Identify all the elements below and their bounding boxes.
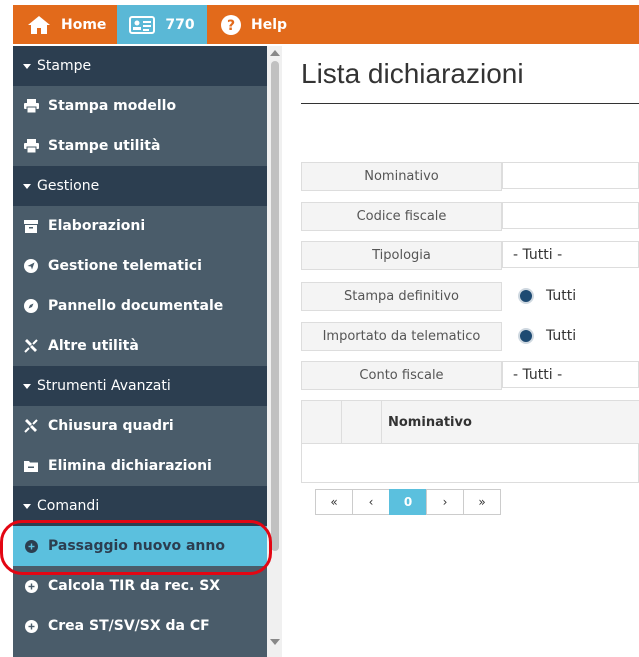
compass-icon	[23, 298, 39, 314]
folder-minus-icon	[23, 458, 39, 474]
sidebar-label: Pannello documentale	[48, 298, 224, 314]
home-label: Home	[61, 16, 107, 33]
sidebar-label: Elimina dichiarazioni	[48, 458, 212, 474]
plus-circle-icon	[23, 538, 39, 554]
printer-icon	[23, 138, 39, 154]
tipologia-select[interactable]: - Tutti -	[502, 241, 639, 268]
first-page-button[interactable]: «	[315, 489, 353, 515]
importato-radio-group: Tutti	[502, 322, 639, 349]
filter-label: Tipologia	[301, 241, 502, 270]
next-page-button[interactable]: ›	[426, 489, 464, 515]
top-navbar: Home 770 ? Help	[13, 5, 639, 44]
column-header-nominativo[interactable]: Nominativo	[388, 401, 472, 443]
model-770-label: 770	[165, 16, 195, 33]
id-card-icon	[129, 15, 156, 34]
sidebar: Stampe Stampa modello Stampe utilità Gestio…	[13, 46, 267, 657]
header-cell-select[interactable]	[302, 401, 342, 443]
nominativo-input[interactable]	[502, 162, 639, 189]
sidebar-section-header[interactable]: Strumenti Avanzati	[13, 366, 267, 406]
sidebar-label: Stampe	[37, 58, 92, 74]
caret-down-icon	[23, 63, 31, 69]
scroll-down-arrow-icon[interactable]	[270, 639, 280, 645]
sidebar-scrollbar[interactable]	[267, 46, 282, 657]
sidebar-section-header[interactable]: Stampe	[13, 46, 267, 86]
sidebar-item[interactable]: Chiusura quadri	[13, 406, 267, 446]
stampa-definitivo-radio-group: Tutti	[502, 282, 639, 309]
sidebar-label: Chiusura quadri	[48, 418, 174, 434]
home-icon	[28, 15, 50, 34]
sidebar-label: Gestione telematici	[48, 258, 202, 274]
table-header: Nominativo	[302, 401, 639, 444]
page-title: Lista dichiarazioni	[301, 58, 524, 89]
importato-radio[interactable]	[518, 327, 534, 344]
radio-label: Tutti	[546, 287, 577, 304]
prev-page-button[interactable]: ‹	[352, 489, 390, 515]
stampa-definitivo-radio[interactable]	[518, 287, 534, 304]
sidebar-section-header[interactable]: Comandi	[13, 486, 267, 526]
tools-icon	[23, 418, 39, 434]
filter-conto-fiscale: Conto fiscale - Tutti -	[301, 361, 639, 390]
header-cell-actions[interactable]	[342, 401, 382, 443]
sidebar-item[interactable]: Pannello documentale	[13, 286, 267, 326]
filter-tipologia: Tipologia - Tutti -	[301, 241, 639, 270]
current-page-button[interactable]: 0	[389, 489, 427, 515]
filter-codice-fiscale: Codice fiscale	[301, 202, 639, 231]
sidebar-item[interactable]: Stampe utilità	[13, 126, 267, 166]
sidebar-label: Passaggio nuovo anno	[48, 538, 225, 554]
filter-stampa-definitivo: Stampa definitivo Tutti	[301, 282, 639, 311]
sidebar-item[interactable]: Elaborazioni	[13, 206, 267, 246]
sidebar-item[interactable]: Gestione telematici	[13, 246, 267, 286]
sidebar-label: Stampa modello	[48, 98, 177, 114]
sidebar-item[interactable]: Crea ST/SV/SX da CF	[13, 606, 267, 646]
model-770-button[interactable]: 770	[117, 5, 207, 44]
filter-label: Conto fiscale	[301, 361, 502, 390]
scrollbar-thumb[interactable]	[271, 61, 279, 551]
sidebar-item[interactable]: Stampa modello	[13, 86, 267, 126]
plus-circle-icon	[23, 618, 39, 634]
sidebar-label: Strumenti Avanzati	[37, 378, 171, 394]
home-nav-button[interactable]: Home	[27, 5, 106, 44]
results-table: Nominativo	[301, 400, 639, 483]
filter-label: Stampa definitivo	[301, 282, 502, 311]
svg-text:?: ?	[227, 18, 235, 34]
caret-down-icon	[23, 503, 31, 509]
scroll-up-arrow-icon[interactable]	[270, 50, 280, 56]
sidebar-section-header[interactable]: Gestione	[13, 166, 267, 206]
filter-label: Importato da telematico	[301, 322, 502, 351]
sidebar-label: Calcola TIR da rec. SX	[48, 578, 221, 594]
sidebar-item[interactable]: Altre utilità	[13, 326, 267, 366]
sidebar-label: Gestione	[37, 178, 100, 194]
filter-nominativo: Nominativo	[301, 162, 639, 191]
help-label: Help	[251, 16, 288, 33]
sidebar-label: Stampe utilità	[48, 138, 161, 154]
sidebar-label: Comandi	[37, 498, 100, 514]
question-circle-icon: ?	[221, 14, 241, 35]
printer-icon	[23, 98, 39, 114]
radio-label: Tutti	[546, 327, 577, 344]
pagination: « ‹ 0 › »	[315, 489, 501, 515]
last-page-button[interactable]: »	[463, 489, 501, 515]
plus-circle-icon	[23, 578, 39, 594]
filter-label: Codice fiscale	[301, 202, 502, 231]
send-icon	[23, 258, 39, 274]
filter-label: Nominativo	[301, 162, 502, 191]
archive-icon	[23, 218, 39, 234]
caret-down-icon	[23, 183, 31, 189]
tools-icon	[23, 338, 39, 354]
help-nav-button[interactable]: ? Help	[221, 5, 287, 44]
sidebar-label: Crea ST/SV/SX da CF	[48, 618, 210, 634]
caret-down-icon	[23, 383, 31, 389]
sidebar-item[interactable]: Calcola TIR da rec. SX	[13, 566, 267, 606]
sidebar-label: Elaborazioni	[48, 218, 146, 234]
title-divider	[301, 103, 639, 104]
filter-importato: Importato da telematico Tutti	[301, 322, 639, 351]
codice-fiscale-input[interactable]	[502, 202, 639, 229]
conto-fiscale-select[interactable]: - Tutti -	[502, 361, 639, 388]
sidebar-item[interactable]: Passaggio nuovo anno	[13, 526, 267, 566]
sidebar-item[interactable]: Elimina dichiarazioni	[13, 446, 267, 486]
sidebar-label: Altre utilità	[48, 338, 139, 354]
